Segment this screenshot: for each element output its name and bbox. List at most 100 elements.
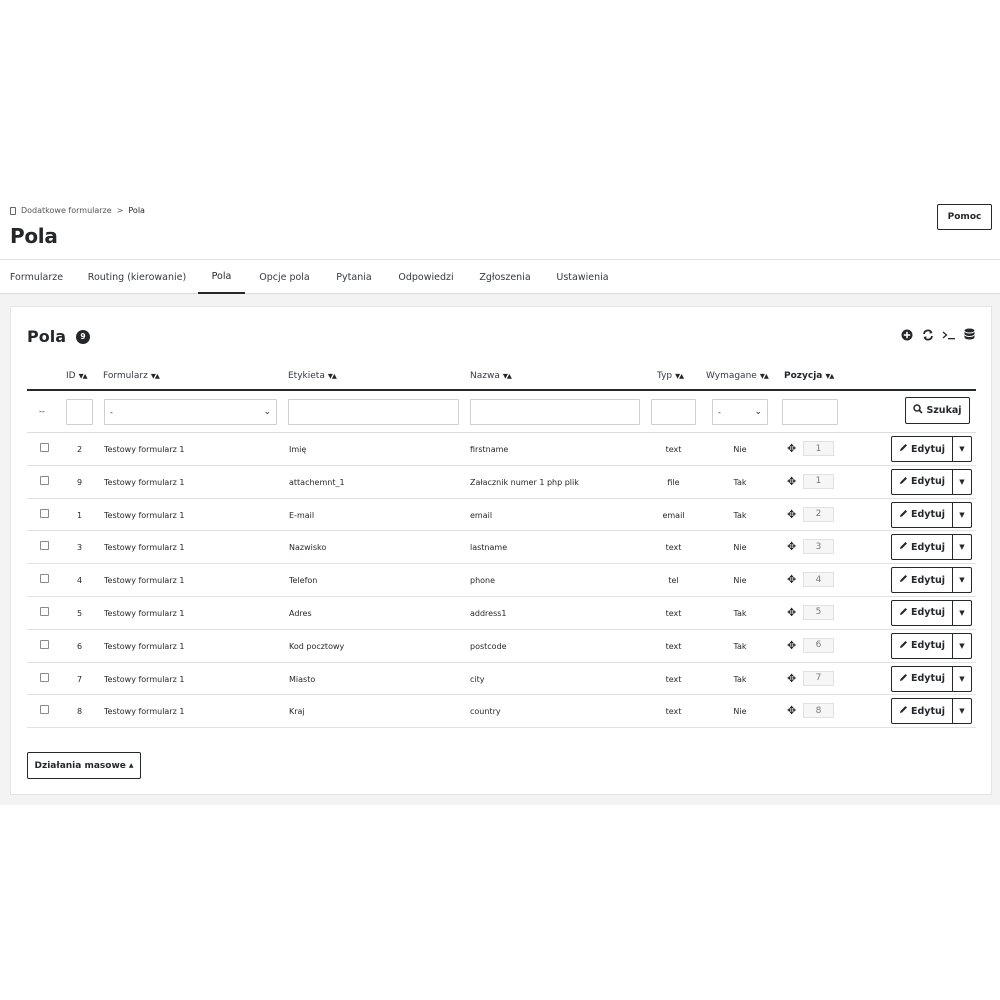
- sort-icon[interactable]: ▼▲: [675, 372, 684, 380]
- row-checkbox[interactable]: [40, 705, 49, 715]
- edit-button[interactable]: Edytuj: [891, 468, 953, 495]
- row-actions-dropdown[interactable]: ▼: [953, 436, 972, 462]
- drag-handle-icon[interactable]: ✥: [787, 442, 796, 455]
- drag-handle-icon[interactable]: ✥: [787, 540, 796, 553]
- drag-handle-icon[interactable]: ✥: [787, 672, 796, 685]
- pencil-icon: [899, 476, 908, 488]
- add-icon[interactable]: [899, 327, 914, 342]
- row-checkbox[interactable]: [40, 574, 49, 584]
- tab-zgloszenia[interactable]: Zgłoszenia: [474, 260, 536, 294]
- edit-button-label: Edytuj: [910, 705, 946, 717]
- column-position[interactable]: Pozycja ▼▲: [784, 371, 834, 381]
- edit-button[interactable]: Edytuj: [891, 599, 953, 626]
- breadcrumb-current: Pola: [128, 206, 145, 215]
- sort-icon[interactable]: ▼▲: [79, 372, 88, 380]
- column-label[interactable]: Etykieta ▼▲: [288, 371, 337, 381]
- row-actions: Edytuj ▼: [891, 665, 972, 692]
- row-actions-dropdown[interactable]: ▼: [953, 665, 972, 692]
- bulk-actions-button[interactable]: Działania masowe ▲: [27, 752, 141, 779]
- tab-routing[interactable]: Routing (kierowanie): [84, 260, 190, 294]
- terminal-icon[interactable]: [941, 327, 956, 342]
- row-required: Nie: [733, 445, 747, 454]
- filter-type-input[interactable]: [651, 399, 696, 425]
- drag-handle-icon[interactable]: ✥: [787, 508, 796, 521]
- row-actions: Edytuj ▼: [891, 534, 972, 561]
- caret-down-icon: ▼: [959, 674, 965, 683]
- row-checkbox[interactable]: [40, 606, 49, 616]
- row-actions-dropdown[interactable]: ▼: [953, 698, 972, 725]
- sort-icon[interactable]: ▼▲: [503, 372, 512, 380]
- row-required: Nie: [733, 707, 747, 717]
- row-actions: Edytuj ▼: [891, 501, 972, 528]
- page-title: Pola: [10, 224, 58, 248]
- sort-icon[interactable]: ▼▲: [825, 372, 834, 380]
- filter-form-select[interactable]: - ⌄: [104, 399, 277, 425]
- edit-button[interactable]: Edytuj: [891, 436, 953, 462]
- row-actions-dropdown[interactable]: ▼: [953, 468, 972, 495]
- edit-button-label: Edytuj: [910, 509, 946, 521]
- row-checkbox[interactable]: [40, 475, 49, 485]
- breadcrumb-parent-link[interactable]: Dodatkowe formularze: [21, 206, 112, 215]
- edit-button[interactable]: Edytuj: [891, 534, 953, 561]
- tab-bar: Formularze Routing (kierowanie) Pola Opc…: [0, 259, 1000, 294]
- sort-icon[interactable]: ▼▲: [328, 372, 337, 380]
- sort-icon[interactable]: ▼▲: [760, 372, 769, 380]
- column-name[interactable]: Nazwa ▼▲: [470, 371, 512, 381]
- row-name: lastname: [470, 543, 508, 553]
- row-actions-dropdown[interactable]: ▼: [953, 632, 972, 659]
- drag-handle-icon[interactable]: ✥: [787, 704, 796, 717]
- row-actions-dropdown[interactable]: ▼: [953, 534, 972, 561]
- row-checkbox[interactable]: [40, 508, 49, 518]
- row-form: Testowy formularz 1: [104, 674, 185, 684]
- row-actions-dropdown[interactable]: ▼: [953, 567, 972, 594]
- edit-button[interactable]: Edytuj: [891, 632, 953, 659]
- row-form: Testowy formularz 1: [104, 608, 185, 618]
- tab-odpowiedzi[interactable]: Odpowiedzi: [394, 260, 458, 294]
- tab-formularze[interactable]: Formularze: [4, 260, 69, 294]
- row-actions-dropdown[interactable]: ▼: [953, 501, 972, 528]
- column-name-label: Nazwa: [470, 371, 500, 381]
- drag-handle-icon[interactable]: ✥: [787, 573, 796, 586]
- drag-handle-icon[interactable]: ✥: [787, 475, 796, 488]
- row-required: Tak: [733, 641, 747, 651]
- database-icon[interactable]: [962, 327, 977, 342]
- filter-id-input[interactable]: [66, 399, 93, 425]
- drag-handle-icon[interactable]: ✥: [787, 606, 796, 619]
- pencil-icon: [899, 541, 908, 553]
- help-button[interactable]: Pomoc: [937, 204, 992, 230]
- row-checkbox[interactable]: [40, 639, 49, 649]
- edit-button[interactable]: Edytuj: [891, 501, 953, 528]
- chevron-down-icon: ⌄: [754, 407, 762, 417]
- row-required: Tak: [733, 510, 747, 520]
- column-required[interactable]: Wymagane ▼▲: [706, 371, 769, 381]
- search-button[interactable]: Szukaj: [905, 397, 970, 424]
- filter-position-input[interactable]: [782, 399, 838, 425]
- pencil-icon: [899, 607, 908, 619]
- column-form[interactable]: Formularz ▼▲: [103, 371, 160, 381]
- edit-button[interactable]: Edytuj: [891, 665, 953, 692]
- row-checkbox[interactable]: [40, 541, 49, 551]
- row-checkbox[interactable]: [40, 672, 49, 682]
- tab-ustawienia[interactable]: Ustawienia: [552, 260, 613, 294]
- column-id[interactable]: ID ▼▲: [66, 371, 88, 381]
- filter-required-select[interactable]: - ⌄: [712, 399, 768, 425]
- refresh-icon[interactable]: [920, 327, 935, 342]
- tab-pola[interactable]: Pola: [198, 260, 245, 294]
- edit-button[interactable]: Edytuj: [891, 567, 953, 594]
- column-type[interactable]: Typ ▼▲: [657, 371, 684, 381]
- row-name: Załacznik numer 1 php plik: [470, 477, 579, 487]
- filter-name-input[interactable]: [470, 399, 640, 425]
- row-checkbox[interactable]: [40, 443, 49, 452]
- column-form-label: Formularz: [103, 371, 148, 381]
- edit-button-label: Edytuj: [910, 443, 946, 455]
- tab-opcje-pola[interactable]: Opcje pola: [255, 260, 314, 294]
- row-position: 7: [803, 670, 834, 686]
- edit-button[interactable]: Edytuj: [891, 698, 953, 725]
- drag-handle-icon[interactable]: ✥: [787, 639, 796, 652]
- row-label: Nazwisko: [289, 543, 327, 553]
- tab-pytania[interactable]: Pytania: [330, 260, 378, 294]
- sort-icon[interactable]: ▼▲: [151, 372, 160, 380]
- page-header: Dodatkowe formularze > Pola Pola Pomoc: [0, 196, 1000, 260]
- row-actions-dropdown[interactable]: ▼: [953, 599, 972, 626]
- filter-label-input[interactable]: [288, 399, 459, 425]
